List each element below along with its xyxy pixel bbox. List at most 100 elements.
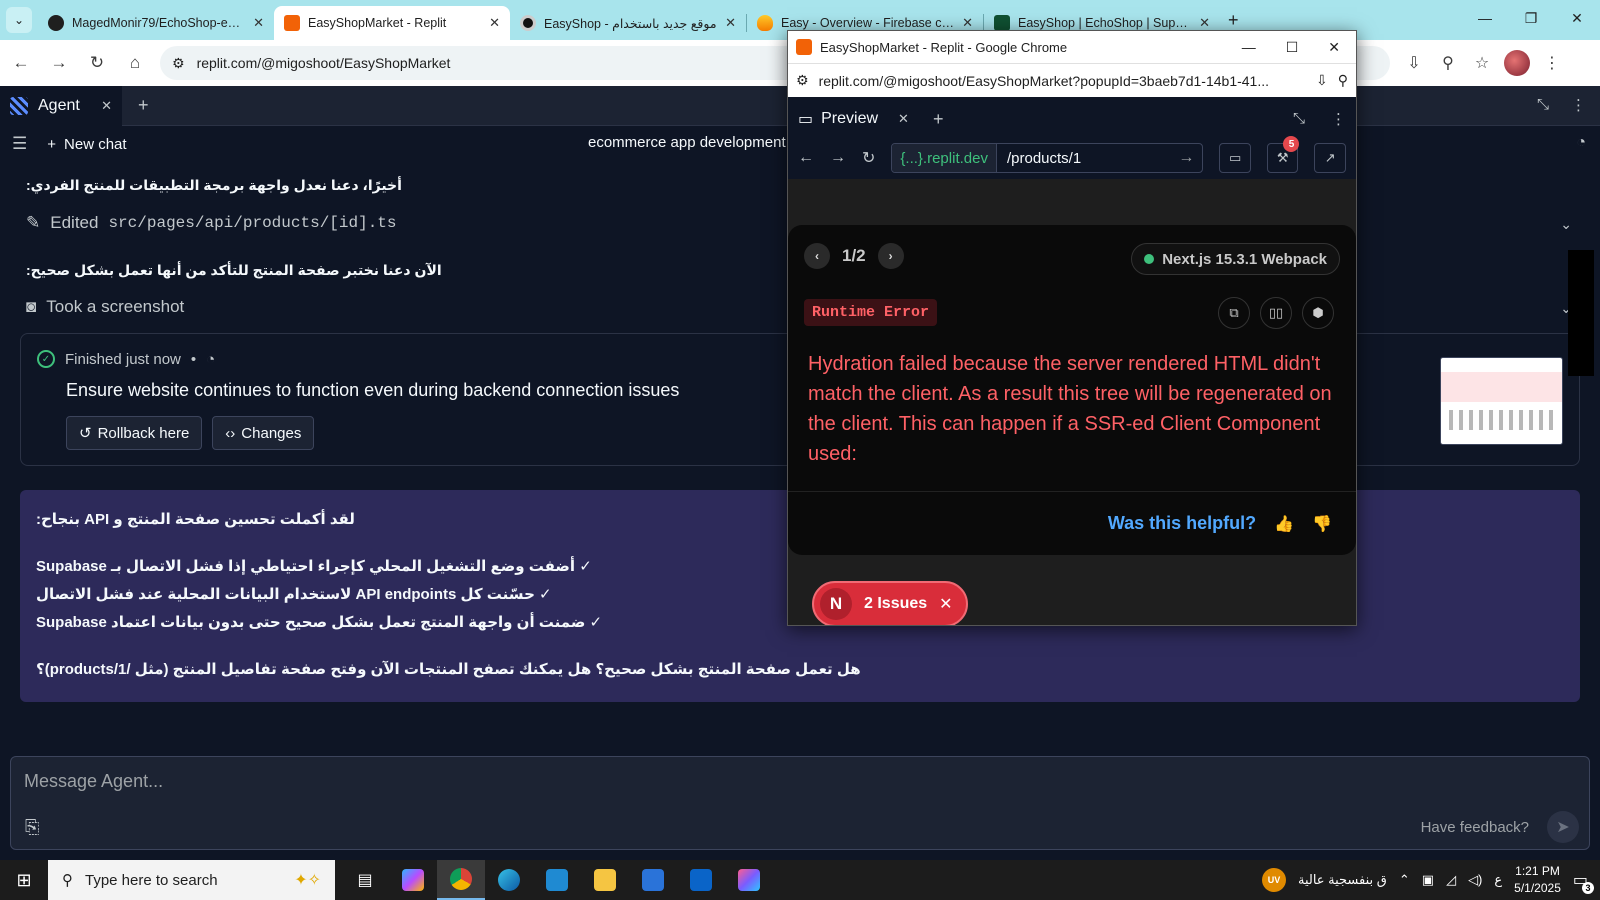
docs-book-icon[interactable]: ▯▯ (1260, 297, 1292, 329)
taskbar-search[interactable]: ⚲ Type here to search ✦✧ (48, 860, 335, 900)
install-app-icon[interactable]: ⇩ (1316, 72, 1328, 89)
close-icon[interactable]: ✕ (101, 98, 112, 114)
go-arrow-icon[interactable]: → (1178, 149, 1202, 167)
outlook-icon[interactable] (677, 860, 725, 900)
windows-start-icon[interactable]: ⊞ (0, 860, 48, 900)
window-controls: — ❐ ✕ (1462, 0, 1600, 36)
changes-button[interactable]: ‹› Changes (212, 416, 315, 450)
tab-search-button[interactable]: ⌄ (6, 7, 32, 33)
popup-address-bar[interactable]: ⚙ replit.com/@migoshoot/EasyShopMarket?p… (788, 63, 1356, 97)
usage-gauge-icon[interactable]: ◔ (1576, 134, 1586, 152)
send-icon[interactable]: ➤ (1547, 811, 1579, 843)
notification-count: 3 (1582, 882, 1594, 894)
vscode-icon[interactable] (533, 860, 581, 900)
browser-tab[interactable]: EasyShop - موقع جديد باستخدام ✕ (510, 6, 746, 40)
close-window-icon[interactable]: ✕ (1554, 0, 1600, 36)
meet-now-icon[interactable]: ▣ (1422, 872, 1434, 888)
thumbs-down-icon[interactable]: 👎 (1312, 514, 1332, 534)
nodejs-icon[interactable]: ⬢ (1302, 297, 1334, 329)
browser-tab[interactable]: MagedMonir79/EchoShop-eg: E ✕ (38, 6, 274, 40)
chevron-up-icon[interactable]: ⌃ (1399, 872, 1410, 888)
bookmark-star-icon[interactable]: ☆ (1470, 53, 1494, 73)
thumbs-up-icon[interactable]: 👍 (1274, 514, 1294, 534)
browser-tab-active[interactable]: EasyShopMarket - Replit ✕ (274, 6, 510, 40)
collapse-icon[interactable]: ⤡ (1293, 110, 1305, 128)
tab-title: EasyShopMarket - Replit (308, 16, 447, 30)
minimize-icon[interactable]: — (1242, 39, 1256, 56)
close-icon[interactable]: ✕ (725, 15, 736, 31)
rollback-button[interactable]: ↺ Rollback here (66, 416, 203, 450)
message-input[interactable]: Message Agent... (24, 771, 163, 792)
new-chat-button[interactable]: + New chat (47, 136, 126, 153)
clock[interactable]: 1:21 PM 5/1/2025 (1514, 863, 1561, 897)
chevron-down-icon[interactable]: ⌄ (1560, 216, 1572, 233)
collapse-icon[interactable]: ⤡ (1537, 96, 1549, 114)
close-icon[interactable]: ✕ (1199, 15, 1210, 31)
edited-file-action[interactable]: ✎ Edited src/pages/api/products/[id].ts (26, 213, 397, 233)
screenshot-thumbnail[interactable] (1440, 357, 1563, 445)
issues-pill[interactable]: N 2 Issues ✕ (812, 581, 968, 625)
install-app-icon[interactable]: ⇩ (1402, 53, 1426, 73)
home-icon[interactable]: ⌂ (118, 46, 152, 80)
chevron-right-icon[interactable]: › (877, 243, 904, 269)
nextjs-logo: N (820, 588, 852, 620)
reload-icon[interactable]: ↻ (862, 148, 875, 168)
weather-badge[interactable]: UV (1261, 868, 1286, 892)
maximize-icon[interactable]: ☐ (1286, 39, 1299, 56)
check-circle-icon: ✓ (37, 350, 55, 368)
open-new-tab-button[interactable]: ↗ (1314, 143, 1347, 173)
close-icon[interactable]: ✕ (253, 15, 264, 31)
more-icon[interactable]: ⋮ (1571, 96, 1586, 114)
zoom-icon[interactable]: ⚲ (1436, 53, 1460, 73)
edge-icon[interactable] (485, 860, 533, 900)
file-explorer-icon[interactable] (581, 860, 629, 900)
zoom-icon[interactable]: ⚲ (1338, 72, 1348, 89)
chat-list-icon[interactable]: ☰ (12, 134, 27, 154)
preview-url-bar[interactable]: {...}.replit.dev /products/1 → (891, 143, 1204, 173)
preview-path[interactable]: /products/1 (997, 150, 1178, 167)
add-tab-icon[interactable]: + (138, 95, 149, 116)
attach-icon[interactable]: ⎘ (25, 817, 39, 838)
close-icon[interactable]: ✕ (489, 15, 500, 31)
device-toggle-button[interactable]: ▭ (1219, 143, 1251, 173)
m365-icon[interactable] (725, 860, 773, 900)
status-dot (1144, 254, 1155, 264)
checkpoint-description: Ensure website continues to function eve… (66, 380, 680, 400)
store-icon[interactable] (629, 860, 677, 900)
copilot-icon[interactable] (389, 860, 437, 900)
input-language[interactable]: ع (1494, 872, 1502, 888)
task-view-icon[interactable]: ▤ (341, 860, 389, 900)
minimize-icon[interactable]: — (1462, 0, 1508, 36)
more-menu-icon[interactable]: ⋮ (1540, 53, 1564, 73)
back-icon[interactable]: ← (4, 46, 38, 80)
chevron-left-icon[interactable]: ‹ (804, 243, 830, 269)
restore-icon[interactable]: ❐ (1508, 0, 1554, 36)
back-icon[interactable]: ← (798, 149, 814, 167)
preview-tab-label[interactable]: Preview (821, 110, 878, 128)
notification-icon[interactable]: ▭ 3 (1573, 870, 1594, 894)
forward-icon[interactable]: → (42, 46, 76, 80)
message-composer[interactable]: Message Agent... ⎘ Have feedback? ➤ (10, 756, 1590, 850)
volume-icon[interactable]: ◁) (1468, 872, 1482, 888)
close-icon[interactable]: ✕ (962, 15, 973, 31)
close-icon[interactable]: ✕ (898, 111, 909, 127)
more-icon[interactable]: ⋮ (1331, 110, 1346, 128)
screenshot-action[interactable]: ◙ Took a screenshot (26, 297, 184, 317)
close-window-icon[interactable]: ✕ (1328, 39, 1340, 56)
forward-icon[interactable]: → (830, 149, 846, 167)
profile-avatar[interactable] (1504, 50, 1530, 76)
site-info-icon[interactable]: ⚙ (172, 55, 185, 72)
reload-icon[interactable]: ↻ (80, 46, 114, 80)
site-info-icon[interactable]: ⚙ (796, 72, 809, 89)
feedback-link[interactable]: Have feedback? (1421, 819, 1529, 836)
add-tab-icon[interactable]: + (933, 109, 944, 130)
devtools-button[interactable]: ⚒ 5 (1266, 136, 1300, 173)
copy-icon[interactable]: ⧉ (1218, 297, 1250, 329)
new-tab-button[interactable]: + (1228, 10, 1239, 31)
chrome-icon[interactable] (437, 860, 485, 900)
popup-url: replit.com/@migoshoot/EasyShopMarket?pop… (818, 72, 1270, 89)
network-icon[interactable]: ◿ (1446, 872, 1456, 888)
agent-tab[interactable]: Agent ✕ (0, 85, 122, 126)
close-icon[interactable]: ✕ (939, 594, 952, 614)
weather-text[interactable]: ق بنفسجية عالية (1298, 872, 1387, 888)
